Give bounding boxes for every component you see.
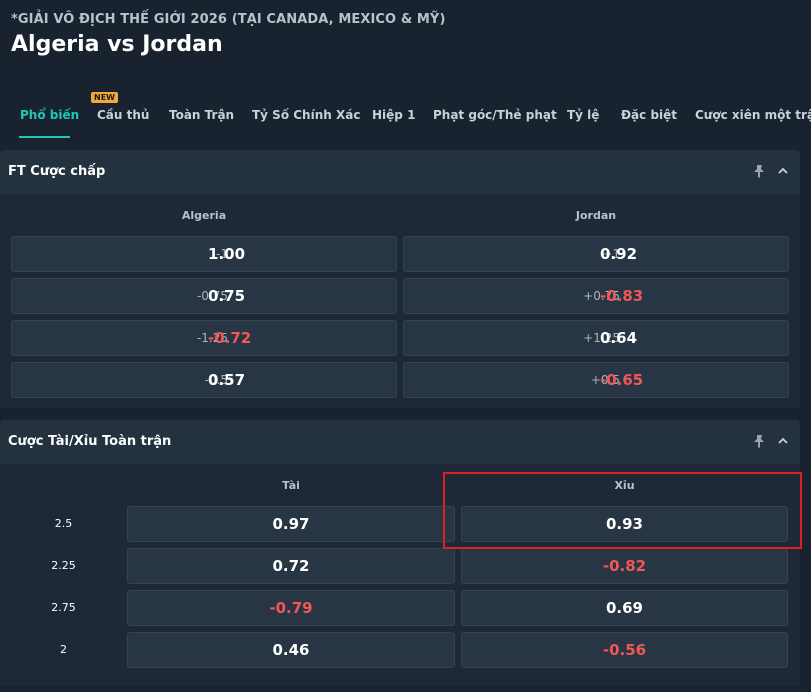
tab-ty-so-chinh-xac[interactable]: Tỷ Số Chính Xác — [252, 108, 360, 122]
odds-cell-away[interactable]: +1 0.92 — [403, 236, 789, 272]
odds-value: -0.82 — [602, 557, 647, 575]
odds-value: 0.69 — [605, 599, 643, 617]
odds-value: -0.65 — [600, 371, 644, 389]
total-line: 2 — [60, 643, 67, 656]
odds-cell-under[interactable]: 0.69 — [461, 590, 788, 626]
odds-cell-home[interactable]: -1.25 -0.72 — [11, 320, 397, 356]
total-line: 2.25 — [51, 559, 76, 572]
tab-cuoc-xien-mot-tran[interactable]: Cược xiên một trận — [695, 108, 811, 122]
odds-cell-away[interactable]: +0.75 -0.83 — [403, 278, 789, 314]
market-tabs: Phổ biến Cầu thủ Toàn Trận Tỷ Số Chính X… — [0, 98, 811, 138]
section-title: FT Cược chấp — [8, 164, 106, 179]
odds-cell-home[interactable]: -0.5 0.57 — [11, 362, 397, 398]
odds-cell-over[interactable]: 0.46 — [127, 632, 455, 668]
new-badge: NEW — [91, 92, 118, 103]
col-head-home: Algeria — [181, 209, 227, 222]
odds-value: 0.72 — [272, 557, 310, 575]
odds-cell-home[interactable]: -1 1.00 — [11, 236, 397, 272]
odds-value: -0.72 — [208, 329, 252, 347]
highlight-box — [443, 472, 802, 549]
col-head-away: Jordan — [575, 209, 617, 222]
odds-cell-under[interactable]: -0.56 — [461, 632, 788, 668]
competition-name: *GIẢI VÔ ĐỊCH THẾ GIỚI 2026 (TẠI CANADA,… — [11, 12, 446, 27]
tab-cau-thu[interactable]: Cầu thủ — [97, 108, 149, 122]
odds-cell-away[interactable]: +1.25 0.64 — [403, 320, 789, 356]
over-under-header[interactable]: Cược Tài/Xỉu Toàn trận — [0, 420, 800, 464]
odds-cell-away[interactable]: +0.5 -0.65 — [403, 362, 789, 398]
tab-pho-bien[interactable]: Phổ biến — [20, 108, 79, 122]
tab-hiep-1[interactable]: Hiệp 1 — [372, 108, 415, 122]
odds-cell-home[interactable]: -0.75 0.75 — [11, 278, 397, 314]
tab-toan-tran[interactable]: Toàn Trận — [169, 108, 234, 122]
odds-value: 0.57 — [208, 371, 246, 389]
odds-value: 0.92 — [600, 245, 638, 263]
odds-value: 0.97 — [272, 515, 310, 533]
odds-value: 0.75 — [208, 287, 246, 305]
chevron-up-icon[interactable] — [776, 434, 790, 448]
active-tab-indicator — [19, 136, 70, 138]
total-line: 2.75 — [51, 601, 76, 614]
odds-cell-over[interactable]: -0.79 — [127, 590, 455, 626]
match-title: Algeria vs Jordan — [11, 32, 223, 57]
odds-cell-over[interactable]: 0.72 — [127, 548, 455, 584]
tab-ty-le[interactable]: Tỷ lệ — [567, 108, 599, 122]
section-title: Cược Tài/Xỉu Toàn trận — [8, 434, 172, 449]
odds-value: 1.00 — [208, 245, 246, 263]
odds-cell-over[interactable]: 0.97 — [127, 506, 455, 542]
col-head-over: Tài — [282, 479, 300, 492]
odds-value: 0.64 — [600, 329, 638, 347]
odds-value: -0.56 — [602, 641, 647, 659]
tab-phat-goc-the-phat[interactable]: Phạt góc/Thẻ phạt — [433, 108, 557, 122]
pin-icon[interactable] — [752, 434, 766, 448]
odds-cell-under[interactable]: -0.82 — [461, 548, 788, 584]
odds-value: 0.46 — [272, 641, 310, 659]
handicap-header[interactable]: FT Cược chấp — [0, 150, 800, 194]
odds-value: -0.79 — [269, 599, 313, 617]
pin-icon[interactable] — [752, 164, 766, 178]
tab-dac-biet[interactable]: Đặc biệt — [621, 108, 677, 122]
chevron-up-icon[interactable] — [776, 164, 790, 178]
odds-value: -0.83 — [600, 287, 644, 305]
total-line: 2.5 — [54, 517, 73, 530]
